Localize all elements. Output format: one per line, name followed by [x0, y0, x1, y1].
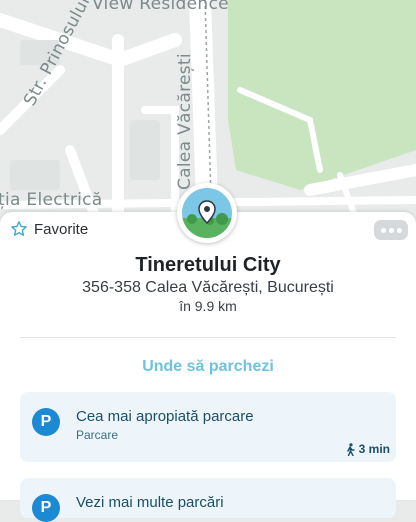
walk-time-value: 3 min — [358, 442, 390, 456]
place-pin[interactable] — [177, 183, 237, 243]
parking-card-title: Cea mai apropiată parcare — [76, 408, 254, 425]
place-address: 356-358 Calea Văcărești, București — [82, 279, 334, 296]
map-label-residence: View Residence — [92, 0, 229, 14]
divider — [20, 337, 396, 338]
place-details-sheet: Favorite Tineretului City 356-358 Calea … — [0, 212, 416, 522]
ellipsis-icon — [380, 227, 386, 233]
ellipsis-icon — [388, 227, 394, 233]
nearest-parking-card[interactable]: P Cea mai apropiată parcare Parcare 3 mi… — [20, 392, 396, 462]
location-pin-icon — [182, 188, 232, 238]
parking-icon: P — [32, 494, 60, 522]
map-label-electrica: ția Electrică — [0, 190, 103, 210]
star-icon — [11, 221, 27, 236]
more-parking-card[interactable]: P Vezi mai multe parcări — [20, 478, 396, 522]
more-parking-label: Vezi mai multe parcări — [76, 494, 224, 511]
more-options-button[interactable] — [374, 220, 408, 240]
parking-icon: P — [32, 408, 60, 436]
place-distance: în 9.9 km — [179, 298, 237, 314]
place-title: Tineretului City — [135, 254, 281, 276]
ellipsis-icon — [396, 227, 402, 233]
parking-card-subtitle: Parcare — [76, 428, 119, 442]
favorite-label: Favorite — [34, 220, 89, 238]
favorite-button[interactable]: Favorite — [10, 220, 88, 238]
parking-section-title: Unde să parchezi — [142, 358, 274, 375]
walking-person-icon — [346, 442, 355, 456]
walk-time: 3 min — [345, 442, 390, 456]
map-label-vacaresti: Calea Văcărești — [175, 53, 195, 190]
